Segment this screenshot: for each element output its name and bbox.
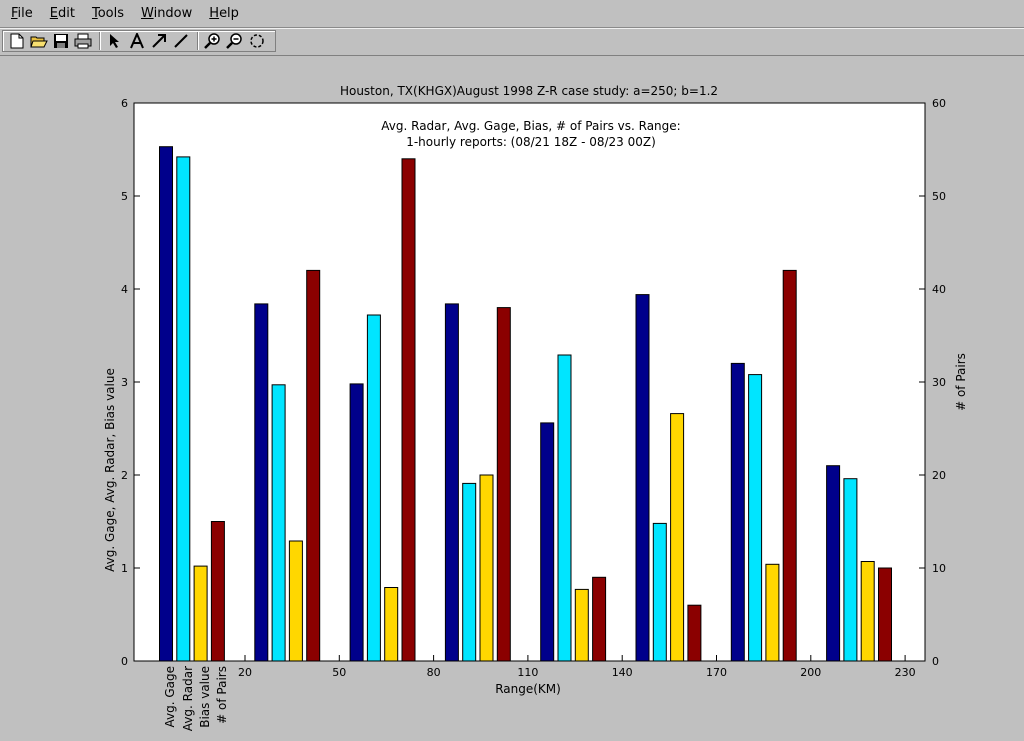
bar-avg-radar-5 [652, 522, 667, 662]
y-tick-label-left: 3 [121, 376, 128, 389]
legend-label-0: Avg. Gage [163, 666, 177, 728]
bar-avg-gage-3 [444, 303, 459, 662]
y-tick-label-right: 30 [932, 376, 946, 389]
y-tick-label-left: 0 [121, 655, 128, 668]
bar-avg-radar-1 [271, 384, 286, 662]
bar-bias-value-7 [860, 561, 875, 662]
insert-text-icon[interactable] [127, 31, 147, 51]
print-icon[interactable] [73, 31, 93, 51]
bar-bias-value-6 [765, 563, 780, 662]
toolbar-separator [197, 32, 199, 50]
bar-avg-gage-4 [540, 422, 555, 662]
y-axis-label-right: # of Pairs [954, 353, 968, 411]
y-tick-label-right: 20 [932, 469, 946, 482]
menu-item-edit[interactable]: Edit [44, 6, 81, 21]
bar-of-pairs-2 [401, 158, 416, 662]
menu-item-tools[interactable]: Tools [86, 6, 130, 21]
chart-annotation-line-2: 1-hourly reports: (08/21 18Z - 08/23 00Z… [406, 135, 656, 149]
bar-avg-radar-0 [176, 156, 191, 662]
bar-of-pairs-0 [210, 521, 225, 662]
y-tick-label-left: 6 [121, 97, 128, 110]
new-figure-icon[interactable] [7, 31, 27, 51]
x-tick-label: 200 [800, 666, 821, 679]
zoom-out-icon[interactable] [225, 31, 245, 51]
rotate-3d-icon[interactable] [247, 31, 267, 51]
chart-svg: 0123456010203040506020 50 80 110 140 170 200 23… [103, 84, 968, 731]
bar-avg-gage-7 [826, 465, 841, 662]
x-tick-label: 230 [895, 666, 916, 679]
open-file-icon[interactable] [29, 31, 49, 51]
toolbar [0, 28, 1024, 56]
bar-avg-radar-2 [366, 314, 381, 662]
y-tick-label-right: 40 [932, 283, 946, 296]
legend-label-2: Bias value [198, 666, 212, 728]
insert-arrow-icon[interactable] [149, 31, 169, 51]
y-tick-label-left: 5 [121, 190, 128, 203]
x-tick-label: 140 [612, 666, 633, 679]
x-tick-label: 110 [517, 666, 538, 679]
insert-line-icon[interactable] [171, 31, 191, 51]
menu-bar: File Edit Tools Window Help [0, 0, 1024, 28]
y-tick-label-right: 10 [932, 562, 946, 575]
y-tick-label-right: 50 [932, 190, 946, 203]
chart-title: Houston, TX(KHGX)August 1998 Z-R case st… [340, 84, 718, 98]
bar-avg-radar-7 [843, 478, 858, 662]
bar-bias-value-3 [479, 474, 494, 662]
y-tick-label-right: 60 [932, 97, 946, 110]
y-tick-label-left: 2 [121, 469, 128, 482]
plot-area [134, 103, 925, 661]
arrow-select-icon[interactable] [105, 31, 125, 51]
menu-item-file[interactable]: File [5, 6, 39, 21]
bar-bias-value-4 [574, 588, 589, 662]
x-tick-label: 50 [332, 666, 346, 679]
bar-bias-value-0 [193, 565, 208, 662]
chart-annotation-line-1: Avg. Radar, Avg. Gage, Bias, # of Pairs … [381, 119, 680, 133]
bar-of-pairs-7 [878, 567, 892, 662]
bar-avg-radar-6 [748, 374, 763, 662]
bar-bias-value-1 [288, 540, 303, 662]
bar-avg-radar-4 [557, 354, 572, 662]
bar-avg-gage-0 [159, 146, 173, 662]
bar-avg-gage-1 [254, 303, 269, 662]
bar-avg-gage-5 [635, 294, 650, 662]
figure-area: 0 1 2 3 4 5 6 0 10 20 30 40 50 60 20 50 80 110 140 170 200 23… [0, 55, 1024, 737]
zoom-in-icon[interactable] [203, 31, 223, 51]
y-tick-label-left: 1 [121, 562, 128, 575]
x-axis-label: Range(KM) [495, 682, 561, 696]
bar-of-pairs-6 [782, 269, 797, 662]
bar-bias-value-5 [670, 413, 685, 662]
y-tick-label-left: 4 [121, 283, 128, 296]
x-tick-label: 80 [427, 666, 441, 679]
bar-avg-gage-6 [730, 362, 745, 662]
save-icon[interactable] [51, 31, 71, 51]
toolbar-separator [99, 32, 101, 50]
bar-avg-gage-2 [349, 383, 364, 662]
bar-of-pairs-5 [687, 604, 702, 662]
bar-of-pairs-1 [306, 269, 321, 662]
menu-item-window[interactable]: Window [135, 6, 198, 21]
bar-of-pairs-3 [496, 307, 511, 662]
bar-avg-radar-3 [462, 482, 477, 662]
x-tick-label: 170 [706, 666, 727, 679]
y-tick-label-right: 0 [932, 655, 939, 668]
y-axis-label-left: Avg. Gage, Avg. Radar, Bias value [103, 368, 117, 572]
toolbar-panel [2, 30, 276, 52]
legend-label-1: Avg. Radar [181, 666, 195, 731]
x-tick-label: 20 [238, 666, 252, 679]
menu-item-help[interactable]: Help [203, 6, 245, 21]
legend-label-3: # of Pairs [215, 666, 229, 724]
bar-of-pairs-4 [592, 576, 607, 662]
bar-bias-value-2 [384, 587, 399, 662]
